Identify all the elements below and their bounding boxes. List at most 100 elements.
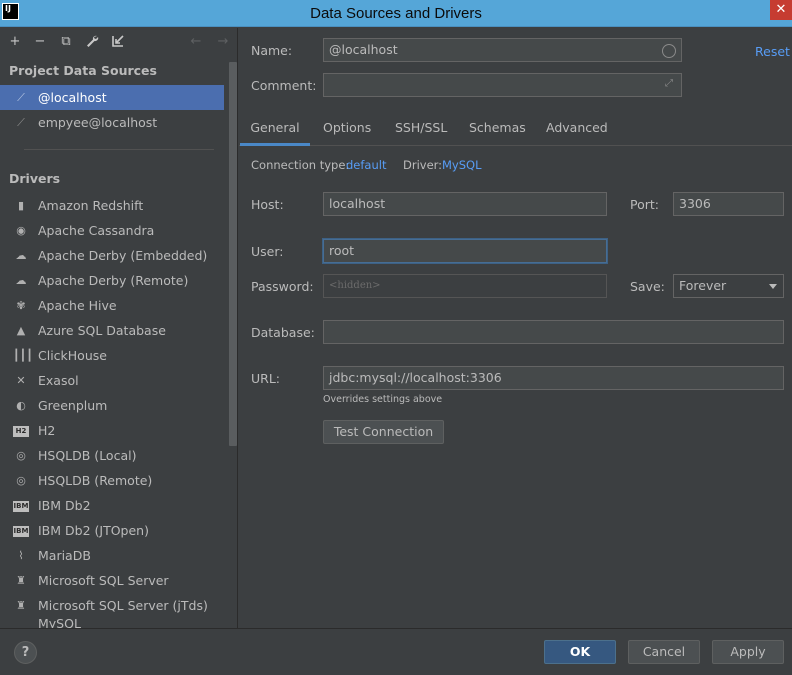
duplicate-icon[interactable]: ⧉ [58, 34, 74, 50]
driver-item[interactable]: ♜ Microsoft SQL Server (jTds) [0, 593, 224, 618]
driver-label: IBM Db2 [38, 498, 91, 513]
bottom-bar: ? OK Cancel Apply [0, 628, 792, 675]
left-scrollbar[interactable] [229, 62, 237, 446]
driver-label: MariaDB [38, 548, 91, 563]
name-input[interactable]: @localhost [323, 38, 682, 62]
data-source-item[interactable]: ⟋ @localhost [0, 85, 224, 110]
driver-item[interactable]: ♜ Microsoft SQL Server [0, 568, 224, 593]
connection-icon: ⟋ [17, 116, 25, 129]
driver-item[interactable]: ⌇ MariaDB [0, 543, 224, 568]
driver-label: Amazon Redshift [38, 198, 144, 213]
help-icon[interactable]: ? [14, 641, 37, 664]
url-label: URL: [251, 371, 281, 386]
driver-item[interactable]: ▲ Azure SQL Database [0, 318, 224, 343]
host-input[interactable]: localhost [323, 192, 607, 216]
tab-schemas[interactable]: Schemas [469, 116, 526, 146]
driver-item[interactable]: ☁ Apache Derby (Embedded) [0, 243, 224, 268]
close-button[interactable]: ✕ [770, 0, 792, 20]
driver-item[interactable]: ◐ Greenplum [0, 393, 224, 418]
driver-item[interactable]: ◎ HSQLDB (Remote) [0, 468, 224, 493]
title-bar: IJ Data Sources and Drivers ✕ [0, 0, 792, 27]
driver-label: HSQLDB (Remote) [38, 473, 153, 488]
driver-item[interactable]: ◉ Apache Cassandra [0, 218, 224, 243]
forward-arrow-icon[interactable]: → [215, 34, 231, 50]
section-divider [24, 149, 214, 150]
tab-general[interactable]: General [240, 116, 310, 146]
redshift-icon: ▮ [17, 199, 25, 212]
save-label: Save: [630, 279, 665, 294]
driver-label: ClickHouse [38, 348, 107, 363]
tab-ssh-ssl[interactable]: SSH/SSL [395, 116, 447, 146]
driver-label: Microsoft SQL Server (jTds) [38, 598, 208, 613]
driver-item[interactable]: ✕ Exasol [0, 368, 224, 393]
clickhouse-icon: ┃┃┃ [13, 349, 33, 362]
tab-bar: General Options SSH/SSL Schemas Advanced [239, 116, 792, 146]
driver-label: Microsoft SQL Server [38, 573, 169, 588]
cancel-button[interactable]: Cancel [628, 640, 700, 664]
ibm-db2-icon: IBM [13, 501, 29, 512]
port-input[interactable]: 3306 [673, 192, 784, 216]
test-connection-button[interactable]: Test Connection [323, 420, 444, 444]
driver-label: Greenplum [38, 398, 108, 413]
driver-label: IBM Db2 (JTOpen) [38, 523, 149, 538]
exasol-icon: ✕ [16, 374, 26, 387]
add-icon[interactable]: + [7, 34, 23, 50]
data-source-label: empyee@localhost [38, 115, 158, 130]
save-select[interactable]: Forever [673, 274, 784, 298]
back-arrow-icon[interactable]: ← [188, 34, 204, 50]
ok-button[interactable]: OK [544, 640, 616, 664]
connection-icon: ⟋ [17, 91, 25, 104]
driver-item[interactable]: ▮ Amazon Redshift [0, 193, 224, 218]
left-toolbar: + − ⧉ ← → [0, 28, 238, 56]
driver-label: H2 [38, 423, 56, 438]
comment-label: Comment: [251, 78, 317, 93]
driver-label: Exasol [38, 373, 79, 388]
driver-item[interactable]: ◎ HSQLDB (Local) [0, 443, 224, 468]
hsqldb-icon: ◎ [16, 474, 26, 487]
driver-item[interactable]: H2 H2 [0, 418, 224, 443]
driver-item[interactable]: ┃┃┃ ClickHouse [0, 343, 224, 368]
derby-icon: ☁ [15, 274, 27, 287]
color-circle-icon[interactable] [662, 44, 676, 58]
driver-item[interactable]: ✾ Apache Hive [0, 293, 224, 318]
hive-icon: ✾ [16, 299, 26, 312]
data-source-label: @localhost [38, 90, 107, 105]
drivers-heading: Drivers [9, 171, 61, 186]
comment-input[interactable] [323, 73, 682, 97]
hsqldb-icon: ◎ [16, 449, 26, 462]
import-icon[interactable] [110, 34, 126, 50]
database-label: Database: [251, 325, 315, 340]
window-title: Data Sources and Drivers [310, 5, 482, 22]
wrench-icon[interactable] [84, 34, 100, 50]
h2-icon: H2 [13, 426, 29, 437]
cassandra-icon: ◉ [16, 224, 26, 237]
project-data-sources-heading: Project Data Sources [9, 63, 157, 78]
sqlserver-icon: ♜ [16, 599, 26, 612]
tab-advanced[interactable]: Advanced [546, 116, 608, 146]
driver-item[interactable]: IBM IBM Db2 (JTOpen) [0, 518, 224, 543]
ibm-db2-icon: IBM [13, 526, 29, 537]
tab-options[interactable]: Options [323, 116, 371, 146]
url-note: Overrides settings above [323, 394, 443, 405]
connection-type-link[interactable]: default [346, 158, 386, 172]
user-input[interactable]: root [323, 239, 607, 263]
save-select-value: Forever [679, 278, 727, 293]
data-source-item[interactable]: ⟋ empyee@localhost [0, 110, 224, 135]
driver-label: Apache Cassandra [38, 223, 155, 238]
mariadb-icon: ⌇ [18, 549, 24, 562]
driver-label: Apache Derby (Embedded) [38, 248, 208, 263]
driver-item[interactable]: ☁ Apache Derby (Remote) [0, 268, 224, 293]
chevron-down-icon [769, 284, 777, 289]
reset-link[interactable]: Reset [755, 44, 790, 59]
password-input[interactable]: <hidden> [323, 274, 607, 298]
port-label: Port: [630, 197, 659, 212]
apply-button[interactable]: Apply [712, 640, 784, 664]
remove-icon[interactable]: − [32, 34, 48, 50]
name-label: Name: [251, 43, 293, 58]
url-input[interactable]: jdbc:mysql://localhost:3306 [323, 366, 784, 390]
driver-item[interactable]: MySQL [0, 618, 224, 628]
expand-icon[interactable]: ⤢ [665, 78, 673, 89]
database-input[interactable] [323, 320, 784, 344]
driver-item[interactable]: IBM IBM Db2 [0, 493, 224, 518]
driver-link[interactable]: MySQL [442, 158, 482, 172]
